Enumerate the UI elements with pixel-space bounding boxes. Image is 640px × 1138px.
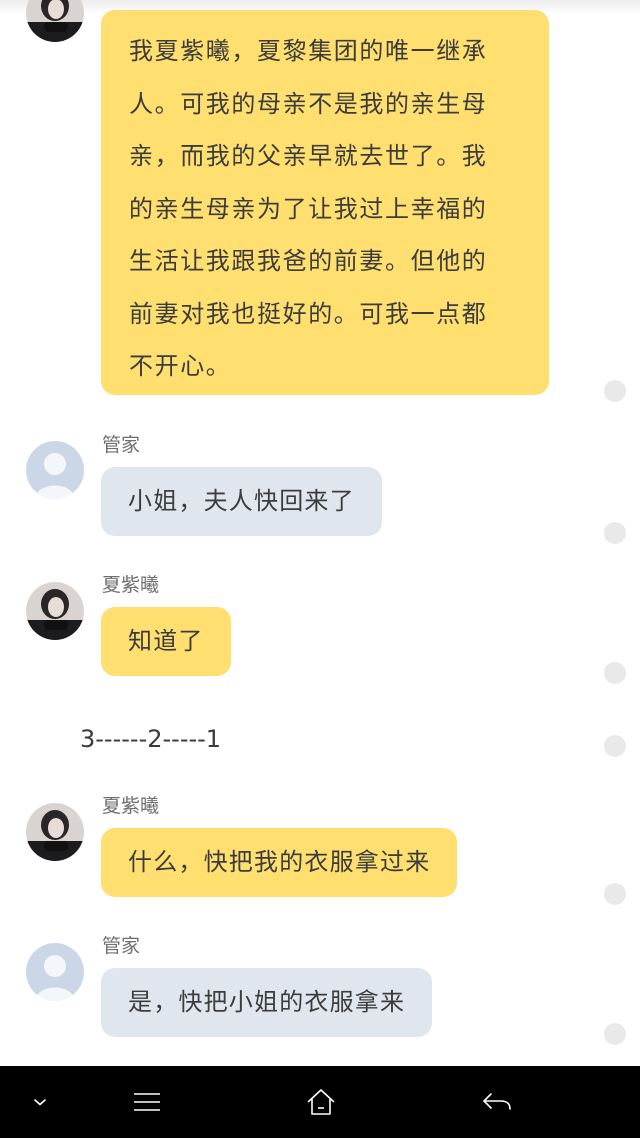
message-dot[interactable] bbox=[604, 1023, 626, 1045]
message-dot[interactable] bbox=[604, 735, 626, 757]
message-text: 小姐，夫人快回来了 bbox=[128, 487, 355, 515]
message-text: 是，快把小姐的衣服拿来 bbox=[128, 988, 406, 1016]
hide-navbar-button[interactable] bbox=[20, 1066, 60, 1138]
message-dot[interactable] bbox=[604, 380, 626, 402]
message-bubble[interactable]: 小姐，夫人快回来了 bbox=[101, 467, 382, 536]
menu-icon bbox=[134, 1093, 160, 1111]
sender-name: 管家 bbox=[102, 434, 141, 456]
heroine-avatar[interactable] bbox=[26, 803, 84, 861]
heroine-avatar[interactable] bbox=[26, 582, 84, 640]
sender-name: 夏紫曦 bbox=[102, 574, 160, 596]
back-icon bbox=[483, 1093, 511, 1110]
message-bubble[interactable]: 什么，快把我的衣服拿过来 bbox=[101, 828, 458, 897]
message-text: 什么，快把我的衣服拿过来 bbox=[128, 848, 431, 876]
message-bubble[interactable]: 是，快把小姐的衣服拿来 bbox=[101, 968, 433, 1037]
home-icon bbox=[307, 1089, 335, 1115]
message-line: 不开心。 bbox=[129, 352, 232, 380]
message-dot[interactable] bbox=[604, 662, 626, 684]
navigation-bar bbox=[0, 1066, 640, 1138]
message-line: 生活让我跟我爸的前妻。但他的 bbox=[129, 247, 488, 275]
message-text: 知道了 bbox=[128, 627, 204, 655]
message-line: 亲，而我的父亲早就去世了。我 bbox=[129, 142, 488, 170]
home-button[interactable] bbox=[296, 1066, 346, 1138]
message-dot[interactable] bbox=[604, 883, 626, 905]
back-button[interactable] bbox=[472, 1066, 522, 1138]
message-bubble[interactable]: 知道了 bbox=[101, 607, 231, 676]
message-bubble-monologue[interactable]: 我夏紫曦，夏黎集团的唯一继承 人。可我的母亲不是我的亲生母 亲，而我的父亲早就去… bbox=[101, 10, 549, 395]
butler-avatar[interactable] bbox=[26, 441, 84, 499]
narration-text: 3------2-----1 bbox=[80, 725, 222, 753]
message-line: 我夏紫曦，夏黎集团的唯一继承 bbox=[129, 37, 488, 65]
menu-button[interactable] bbox=[122, 1066, 172, 1138]
message-line: 前妻对我也挺好的。可我一点都 bbox=[129, 299, 488, 328]
butler-avatar[interactable] bbox=[26, 943, 84, 1001]
sender-name: 夏紫曦 bbox=[102, 795, 160, 817]
sender-name: 管家 bbox=[102, 935, 141, 957]
message-line: 的亲生母亲为了让我过上幸福的 bbox=[129, 194, 488, 223]
chevron-down-icon bbox=[34, 1099, 46, 1106]
message-line: 人。可我的母亲不是我的亲生母 bbox=[129, 89, 488, 118]
heroine-avatar[interactable] bbox=[26, 0, 84, 42]
message-dot[interactable] bbox=[604, 522, 626, 544]
